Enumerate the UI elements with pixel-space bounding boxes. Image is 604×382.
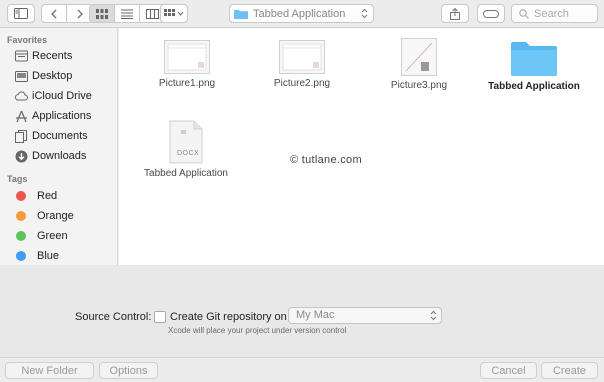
tag-label: Orange (37, 210, 74, 222)
icon-view-button[interactable] (90, 5, 115, 22)
sidebar-toggle-icon (14, 8, 28, 19)
tag-label: Green (37, 230, 68, 242)
repository-location-popup[interactable]: My Mac (288, 307, 442, 324)
sidebar-item-downloads[interactable]: Downloads (14, 148, 86, 164)
toolbar: Tabbed Application Search (0, 0, 604, 28)
file-name: Picture2.png (273, 78, 331, 89)
file-name: Picture1.png (158, 78, 216, 89)
green-tag-dot-icon (16, 231, 26, 241)
file-item[interactable]: Picture1.png (159, 40, 215, 89)
path-popup[interactable]: Tabbed Application (229, 4, 374, 23)
sidebar-tag-blue[interactable]: Blue (14, 248, 59, 264)
sidebar-item-applications[interactable]: Applications (14, 108, 91, 124)
file-name: Picture3.png (390, 80, 448, 91)
red-tag-dot-icon (16, 191, 26, 201)
options-button[interactable]: Options (99, 362, 158, 379)
folder-item[interactable]: Tabbed Application (488, 40, 580, 92)
image-thumbnail-icon (164, 40, 210, 74)
tag-label: Blue (37, 250, 60, 262)
docx-badge: DOCX (177, 150, 200, 157)
clock-icon (14, 49, 28, 63)
view-mode-segment (89, 4, 166, 23)
file-name: Tabbed Application (144, 168, 228, 179)
navigation-segment (41, 4, 93, 23)
sidebar-tag-red[interactable]: Red (14, 188, 57, 204)
image-thumbnail-icon (279, 40, 325, 74)
sidebar-item-label: Desktop (32, 70, 73, 82)
favorites-heading: Favorites (7, 35, 48, 45)
repository-location-value: My Mac (296, 309, 335, 321)
search-icon (519, 8, 529, 19)
tags-heading: Tags (7, 174, 28, 184)
sidebar-item-label: Applications (32, 110, 92, 122)
group-by-button[interactable] (160, 4, 188, 23)
path-label: Tabbed Application (253, 7, 346, 20)
back-button[interactable] (42, 5, 67, 22)
sidebar-item-label: Documents (32, 130, 88, 142)
watermark-text: © tutlane.com (290, 154, 362, 166)
file-item[interactable]: Picture2.png (274, 40, 330, 89)
create-git-repo-label[interactable]: Create Git repository on (170, 311, 287, 323)
icon-view-icon (96, 8, 108, 19)
forward-icon (77, 9, 83, 18)
share-icon (450, 7, 460, 20)
cancel-button[interactable]: Cancel (480, 362, 537, 379)
back-icon (51, 9, 57, 18)
tag-icon (483, 9, 499, 18)
sidebar-tag-green[interactable]: Green (14, 228, 68, 244)
sidebar: Favorites Recents Desktop iCloud Drive A… (0, 28, 118, 265)
sidebar-item-recents[interactable]: Recents (14, 48, 72, 64)
file-item[interactable]: Picture3.png (391, 38, 447, 91)
sidebar-item-icloud-drive[interactable]: iCloud Drive (14, 88, 92, 104)
folder-name: Tabbed Application (488, 81, 580, 92)
create-button[interactable]: Create (541, 362, 598, 379)
popup-arrows-icon (430, 310, 437, 321)
sidebar-item-documents[interactable]: Documents (14, 128, 88, 144)
column-view-icon (146, 8, 159, 19)
search-field[interactable]: Search (511, 4, 598, 23)
sidebar-item-label: iCloud Drive (32, 90, 92, 102)
list-view-icon (121, 9, 133, 19)
popup-arrows-icon (361, 8, 368, 19)
sidebar-item-desktop[interactable]: Desktop (14, 68, 72, 84)
documents-icon (14, 129, 28, 143)
folder-icon (510, 40, 558, 77)
image-thumbnail-icon (401, 38, 437, 76)
sidebar-item-label: Downloads (32, 150, 87, 162)
applications-icon (14, 109, 28, 123)
search-placeholder: Search (534, 7, 569, 20)
source-control-label: Source Control: (75, 311, 152, 323)
sidebar-item-label: Recents (32, 50, 73, 62)
file-browser: Picture1.png Picture2.png Picture3.png T… (119, 28, 604, 265)
create-git-repo-checkbox[interactable] (154, 311, 166, 323)
file-item[interactable]: DOCX Tabbed Application (141, 120, 231, 179)
cloud-icon (14, 89, 28, 103)
share-button[interactable] (441, 4, 469, 23)
sidebar-toggle-button[interactable] (7, 4, 35, 23)
group-by-icon (164, 8, 184, 16)
source-control-hint: Xcode will place your project under vers… (168, 326, 347, 335)
blue-tag-dot-icon (16, 251, 26, 261)
desktop-icon (14, 69, 28, 83)
list-view-button[interactable] (115, 5, 140, 22)
new-folder-button[interactable]: New Folder (5, 362, 94, 379)
docx-document-icon: DOCX (169, 120, 203, 164)
tag-button[interactable] (477, 4, 505, 23)
orange-tag-dot-icon (16, 211, 26, 221)
download-icon (14, 149, 28, 163)
sidebar-tag-orange[interactable]: Orange (14, 208, 74, 224)
tag-label: Red (37, 190, 58, 202)
folder-icon (234, 10, 248, 19)
